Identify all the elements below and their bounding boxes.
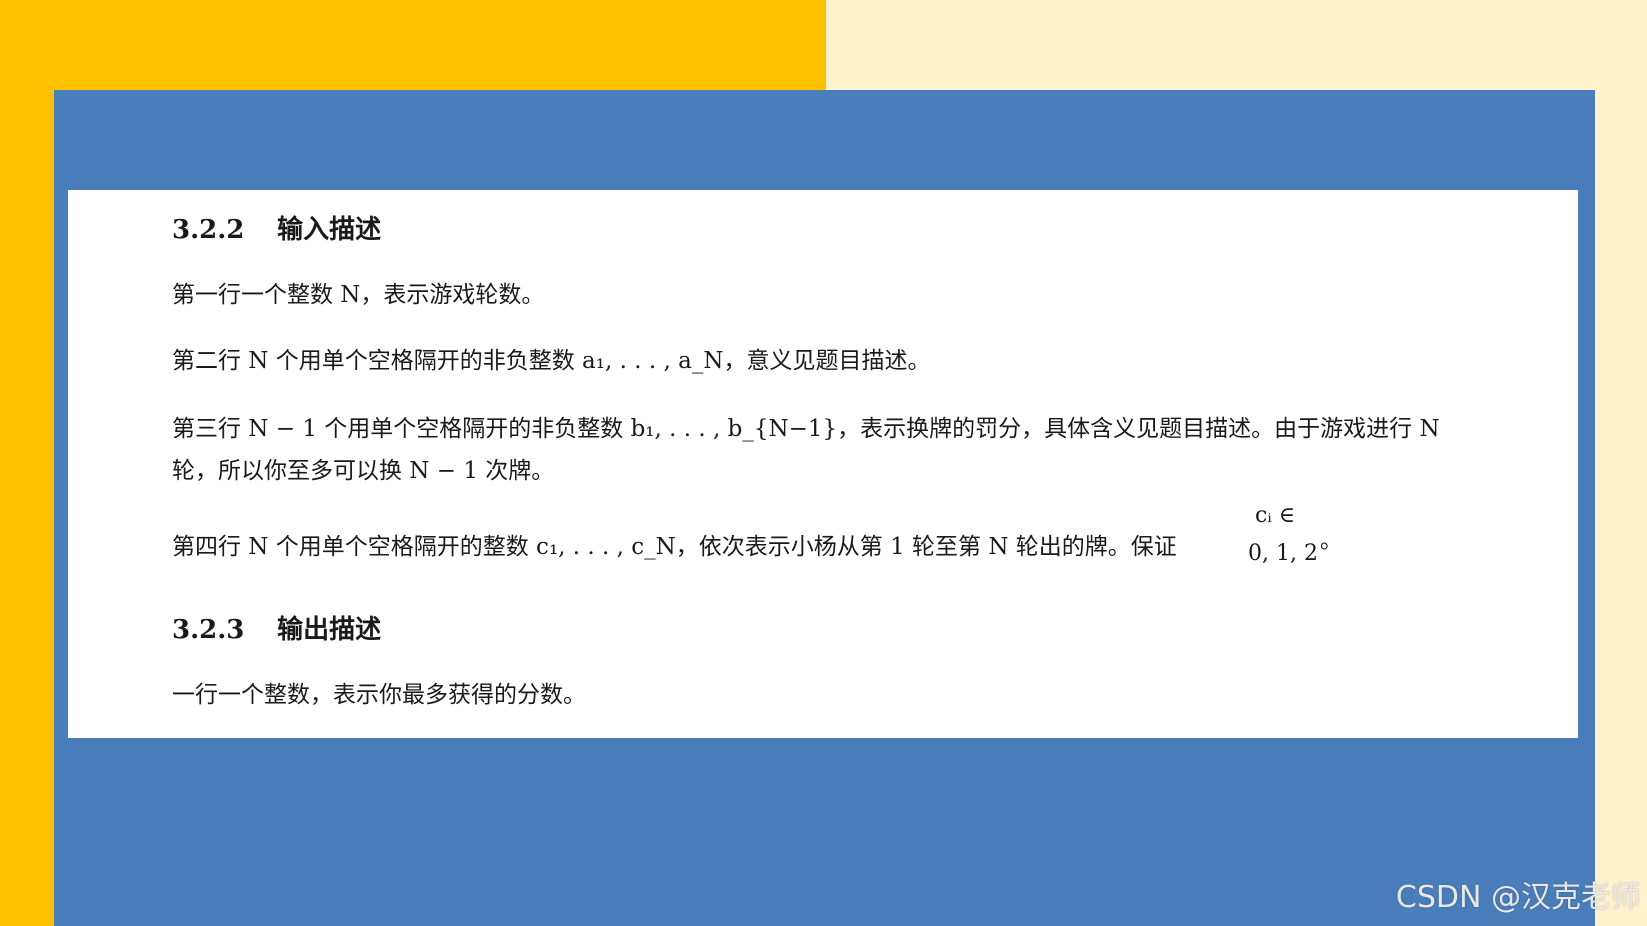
- input-line-3b: 轮，所以你至多可以换 N − 1 次牌。: [172, 458, 555, 484]
- output-section-heading: 3.2.3 输出描述: [172, 610, 381, 650]
- input-section-heading: 3.2.2 输入描述: [172, 210, 381, 250]
- guarantee-end: 。: [1320, 529, 1343, 554]
- output-section-title: 输出描述: [277, 615, 382, 645]
- guarantee-top: cᵢ ∈: [1255, 503, 1296, 528]
- input-line-3a: 第三行 N − 1 个用单个空格隔开的非负整数 b₁, . . . , b_{N…: [172, 416, 1440, 442]
- input-line-1: 第一行一个整数 N，表示游戏轮数。: [172, 282, 545, 308]
- input-line-4: 第四行 N 个用单个空格隔开的整数 c₁, . . . , c_N，依次表示小杨…: [172, 534, 1177, 560]
- guarantee-bottom: 0, 1, 2: [1248, 541, 1318, 566]
- csdn-watermark: CSDN @汉克老师: [1395, 880, 1641, 915]
- input-line-2: 第二行 N 个用单个空格隔开的非负整数 a₁, . . . , a_N，意义见题…: [172, 348, 931, 374]
- output-line-1: 一行一个整数，表示你最多获得的分数。: [172, 682, 586, 708]
- output-section-number: 3.2.3: [172, 615, 245, 645]
- problem-description-card: 3.2.2 输入描述 第一行一个整数 N，表示游戏轮数。 第二行 N 个用单个空…: [68, 190, 1578, 738]
- input-section-title: 输入描述: [277, 215, 382, 245]
- input-section-number: 3.2.2: [172, 215, 245, 245]
